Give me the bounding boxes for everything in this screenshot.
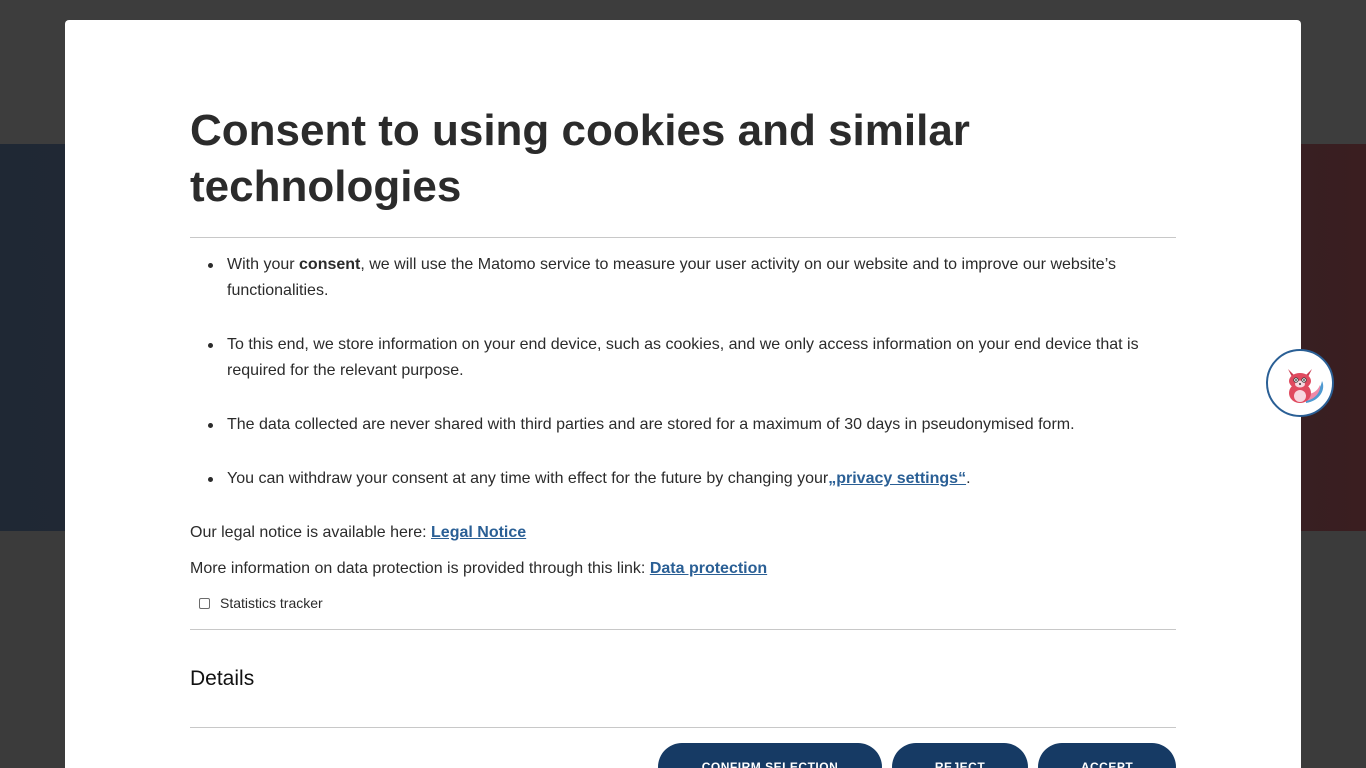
consent-point-2: To this end, we store information on you… — [208, 332, 1176, 384]
confirm-selection-label: CONFIRM SELECTION — [701, 760, 839, 768]
consent-point-4-period: . — [966, 470, 971, 487]
consent-points-list: With your consent, we will use the Matom… — [190, 252, 1176, 520]
confirm-selection-button[interactable]: CONFIRM SELECTION — [658, 743, 882, 768]
title-divider — [190, 237, 1176, 238]
consent-point-3: The data collected are never shared with… — [208, 412, 1176, 438]
consent-point-1-text-end: , we will use the Matomo service to meas… — [227, 256, 1116, 299]
fox-assistant-icon — [1288, 369, 1324, 403]
consent-point-4-text: You can withdraw your consent at any tim… — [227, 470, 829, 487]
statistics-tracker-label[interactable]: Statistics tracker — [220, 595, 323, 611]
data-protection-paragraph: More information on data protection is p… — [190, 558, 767, 580]
consent-point-1-text-start: With your — [227, 256, 300, 273]
reject-label: REJECT — [934, 760, 986, 768]
data-protection-link[interactable]: Data protection — [650, 560, 767, 577]
legal-notice-text: Our legal notice is available here: — [190, 524, 432, 541]
options-divider — [190, 629, 1176, 630]
details-divider — [190, 727, 1176, 728]
consent-point-4: You can withdraw your consent at any tim… — [208, 466, 1176, 492]
consent-point-1-bold: consent — [299, 256, 361, 273]
consent-point-1: With your consent, we will use the Matom… — [208, 252, 1176, 304]
statistics-tracker-option[interactable]: Statistics tracker — [199, 595, 323, 611]
statistics-tracker-checkbox[interactable] — [199, 597, 210, 609]
cookie-consent-dialog: Consent to using cookies and similar tec… — [65, 20, 1301, 768]
fox-assistant-button[interactable] — [1266, 349, 1334, 417]
details-toggle[interactable]: Details — [190, 667, 254, 691]
data-protection-text: More information on data protection is p… — [190, 560, 650, 577]
privacy-settings-link[interactable]: „privacy settings“ — [828, 470, 966, 487]
accept-label: ACCEPT — [1080, 760, 1134, 768]
reject-button[interactable]: REJECT — [892, 743, 1028, 768]
dialog-title: Consent to using cookies and similar tec… — [190, 106, 970, 211]
accept-button[interactable]: ACCEPT — [1038, 743, 1176, 768]
legal-notice-link[interactable]: Legal Notice — [431, 524, 526, 541]
legal-notice-paragraph: Our legal notice is available here: Lega… — [190, 522, 526, 544]
